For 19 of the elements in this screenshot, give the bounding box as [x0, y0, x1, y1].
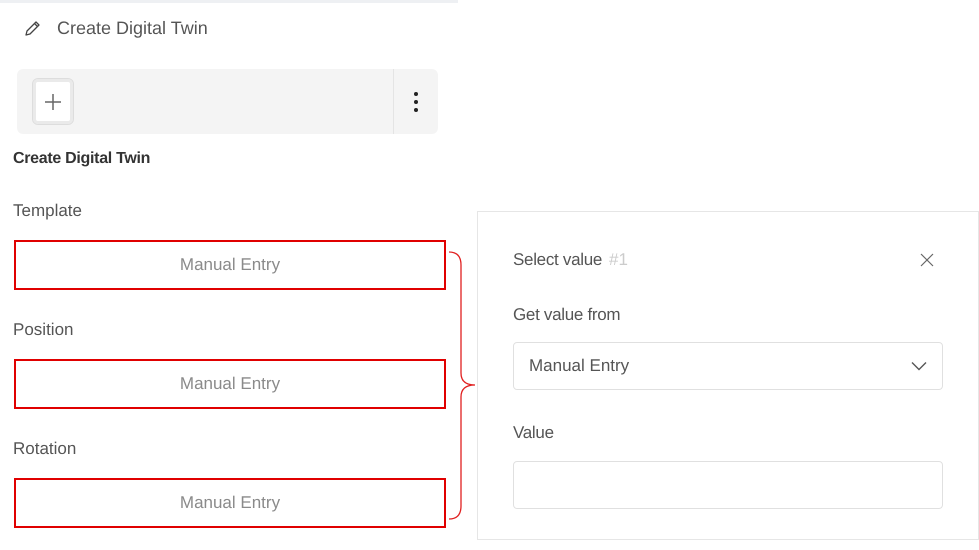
entry-field[interactable]: Manual Entry: [14, 240, 446, 290]
chevron-down-icon: [911, 361, 927, 371]
value-input-field[interactable]: [513, 461, 943, 509]
plus-icon: [43, 92, 63, 112]
field-label: Value: [513, 422, 555, 444]
field-label: Template: [13, 200, 82, 222]
source-dropdown[interactable]: Manual Entry: [513, 342, 943, 390]
section-title: Create Digital Twin: [13, 149, 150, 169]
panel-title: Select value: [513, 250, 602, 270]
field-label: Rotation: [13, 438, 76, 460]
field-label: Get value from: [513, 304, 622, 326]
field-label: Position: [13, 319, 74, 341]
pencil-icon: [24, 20, 41, 36]
entry-field[interactable]: Manual Entry: [14, 359, 446, 409]
dropdown-value: Manual Entry: [529, 356, 630, 376]
close-icon: [920, 253, 934, 267]
more-vertical-icon: [413, 90, 419, 112]
page-title: Create Digital Twin: [57, 17, 208, 40]
entry-field[interactable]: Manual Entry: [14, 478, 446, 528]
